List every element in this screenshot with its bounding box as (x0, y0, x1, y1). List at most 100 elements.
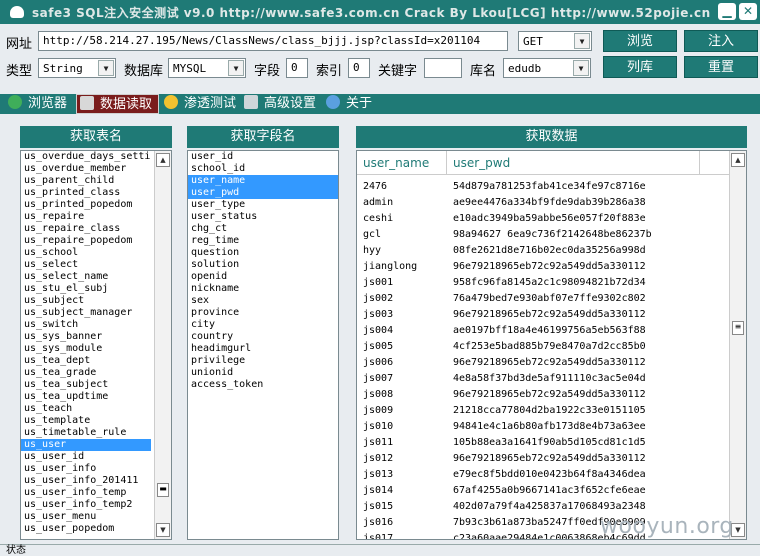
table-row[interactable]: gcl 98a94627 6ea9c736f2142648be86237b (357, 227, 729, 243)
field-list-item[interactable]: privilege (188, 355, 338, 367)
table-list-item[interactable]: us_tea_subject (21, 379, 151, 391)
table-list-item[interactable]: us_sys_banner (21, 331, 151, 343)
table-list-item[interactable]: us_user (21, 439, 151, 451)
keyword-input[interactable] (424, 58, 462, 78)
minimize-button[interactable]: ▁ (718, 3, 736, 20)
scroll-down-icon[interactable]: ▼ (156, 523, 170, 537)
field-list-item[interactable]: user_type (188, 199, 338, 211)
table-list-item[interactable]: us_switch (21, 319, 151, 331)
table-list-item[interactable]: us_repaire_popedom (21, 235, 151, 247)
table-row[interactable]: js007 4e8a58f37bd3de5af911110c3ac5e04d (357, 371, 729, 387)
table-list-item[interactable]: us_template (21, 415, 151, 427)
chevron-down-icon[interactable]: ▼ (574, 33, 590, 49)
table-row[interactable]: js003 96e79218965eb72c92a549dd5a330112 (357, 307, 729, 323)
field-list-item[interactable]: city (188, 319, 338, 331)
tables-scrollbar[interactable]: ▲ ▬ ▼ (154, 151, 171, 539)
field-list-item[interactable]: access_token (188, 379, 338, 391)
scroll-thumb[interactable]: ≡ (732, 321, 744, 335)
table-row[interactable]: js004 ae0197bff18a4e46199756a5eb563f88 (357, 323, 729, 339)
field-list-item[interactable]: chg_ct (188, 223, 338, 235)
field-list-item[interactable]: solution (188, 259, 338, 271)
table-list-item[interactable]: us_repaire (21, 211, 151, 223)
table-list-item[interactable]: us_select (21, 259, 151, 271)
field-list-item[interactable]: openid (188, 271, 338, 283)
table-row[interactable]: hyy 08fe2621d8e716b02ec0da35256a998d (357, 243, 729, 259)
scroll-up-icon[interactable]: ▲ (156, 153, 170, 167)
chevron-down-icon[interactable]: ▼ (573, 60, 589, 76)
table-list-item[interactable]: us_user_info_temp2 (21, 499, 151, 511)
table-row[interactable]: admin ae9ee4476a334bf9fde9dab39b286a38 (357, 195, 729, 211)
table-row[interactable]: js012 96e79218965eb72c92a549dd5a330112 (357, 451, 729, 467)
table-list-item[interactable]: us_sys_module (21, 343, 151, 355)
scroll-up-icon[interactable]: ▲ (731, 153, 745, 167)
table-list-item[interactable]: us_teach (21, 403, 151, 415)
table-row[interactable]: js001 958fc96fa8145a2c1c98094821b72d34 (357, 275, 729, 291)
table-list-item[interactable]: us_overdue_member (21, 163, 151, 175)
table-list-item[interactable]: us_tea_updtime (21, 391, 151, 403)
table-list-item[interactable]: us_user_info (21, 463, 151, 475)
table-row[interactable]: jianglong 96e79218965eb72c92a549dd5a33011… (357, 259, 729, 275)
field-input[interactable]: 0 (286, 58, 308, 78)
scroll-thumb[interactable]: ▬ (157, 483, 169, 497)
type-select[interactable]: String ▼ (38, 58, 116, 78)
table-row[interactable]: js010 94841e4c1a6b80afb173d8e4b73a63ee (357, 419, 729, 435)
tab-pentest[interactable]: 渗透测试 (164, 94, 236, 114)
table-list-item[interactable]: us_overdue_days_setting (21, 151, 151, 163)
chevron-down-icon[interactable]: ▼ (228, 60, 244, 76)
db-select[interactable]: MYSQL ▼ (168, 58, 246, 78)
table-list-item[interactable]: us_timetable_rule (21, 427, 151, 439)
table-row[interactable]: js011 105b88ea3a1641f90ab5d105cd81c1d5 (357, 435, 729, 451)
browse-button[interactable]: 浏览 (603, 30, 677, 52)
table-row[interactable]: ceshi e10adc3949ba59abbe56e057f20f883e (357, 211, 729, 227)
tab-data-read[interactable]: 数据读取 (76, 94, 160, 114)
table-row[interactable]: js002 76a479bed7e930abf07e7ffe9302c802 (357, 291, 729, 307)
reset-button[interactable]: 重置 (684, 56, 758, 78)
data-scrollbar[interactable]: ▲ ≡ ▼ (729, 151, 746, 539)
table-list-item[interactable]: us_user_menu (21, 511, 151, 523)
table-row[interactable]: js014 67af4255a0b9667141ac3f652cfe6eae (357, 483, 729, 499)
field-list-item[interactable]: school_id (188, 163, 338, 175)
table-list-item[interactable]: us_tea_dept (21, 355, 151, 367)
field-list-item[interactable]: user_name (188, 175, 338, 187)
table-list-item[interactable]: us_select_name (21, 271, 151, 283)
column-header-user-name[interactable]: user_name (357, 151, 447, 175)
inject-button[interactable]: 注入 (684, 30, 758, 52)
table-row[interactable]: js015 402d07a79f4a425837a17068493a2348 (357, 499, 729, 515)
table-row[interactable]: js005 4cf253e5bad885b79e8470a7d2cc85b0 (357, 339, 729, 355)
table-row[interactable]: 2476 54d879a781253fab41ce34fe97c8716e (357, 179, 729, 195)
table-list-item[interactable]: us_repaire_class (21, 223, 151, 235)
table-row[interactable]: js009 21218cca77804d2ba1922c33e0151105 (357, 403, 729, 419)
tab-about[interactable]: 关于 (326, 94, 372, 114)
table-list-item[interactable]: us_school (21, 247, 151, 259)
field-list-item[interactable]: country (188, 331, 338, 343)
field-list-item[interactable]: user_id (188, 151, 338, 163)
table-row[interactable]: js013 e79ec8f5bdd010e0423b64f8a4346dea (357, 467, 729, 483)
dbname-select[interactable]: edudb ▼ (503, 58, 591, 78)
table-list-item[interactable]: us_user_info_201411 (21, 475, 151, 487)
close-button[interactable]: ✕ (739, 3, 757, 20)
field-list-item[interactable]: question (188, 247, 338, 259)
field-list-item[interactable]: province (188, 307, 338, 319)
column-header-user-pwd[interactable]: user_pwd (447, 151, 700, 175)
fields-list[interactable]: user_id school_id user_name user_pwd user_ty… (187, 150, 339, 540)
table-list-item[interactable]: us_subject (21, 295, 151, 307)
index-input[interactable]: 0 (348, 58, 370, 78)
field-list-item[interactable]: reg_time (188, 235, 338, 247)
table-list-item[interactable]: us_user_info_temp (21, 487, 151, 499)
table-list-item[interactable]: us_printed_class (21, 187, 151, 199)
list-db-button[interactable]: 列库 (603, 56, 677, 78)
field-list-item[interactable]: user_pwd (188, 187, 338, 199)
chevron-down-icon[interactable]: ▼ (98, 60, 114, 76)
url-input[interactable]: http://58.214.27.195/News/ClassNews/clas… (38, 31, 508, 51)
table-row[interactable]: js008 96e79218965eb72c92a549dd5a330112 (357, 387, 729, 403)
field-list-item[interactable]: sex (188, 295, 338, 307)
field-list-item[interactable]: user_status (188, 211, 338, 223)
tables-list[interactable]: us_overdue_days_setting us_overdue_member… (20, 150, 172, 540)
method-select[interactable]: GET ▼ (518, 31, 592, 51)
field-list-item[interactable]: unionid (188, 367, 338, 379)
table-list-item[interactable]: us_user_popedom (21, 523, 151, 535)
data-grid[interactable]: user_name user_pwd 2476 54d879a781253fab4… (356, 150, 747, 540)
table-list-item[interactable]: us_subject_manager (21, 307, 151, 319)
table-row[interactable]: js006 96e79218965eb72c92a549dd5a330112 (357, 355, 729, 371)
field-list-item[interactable]: headimgurl (188, 343, 338, 355)
